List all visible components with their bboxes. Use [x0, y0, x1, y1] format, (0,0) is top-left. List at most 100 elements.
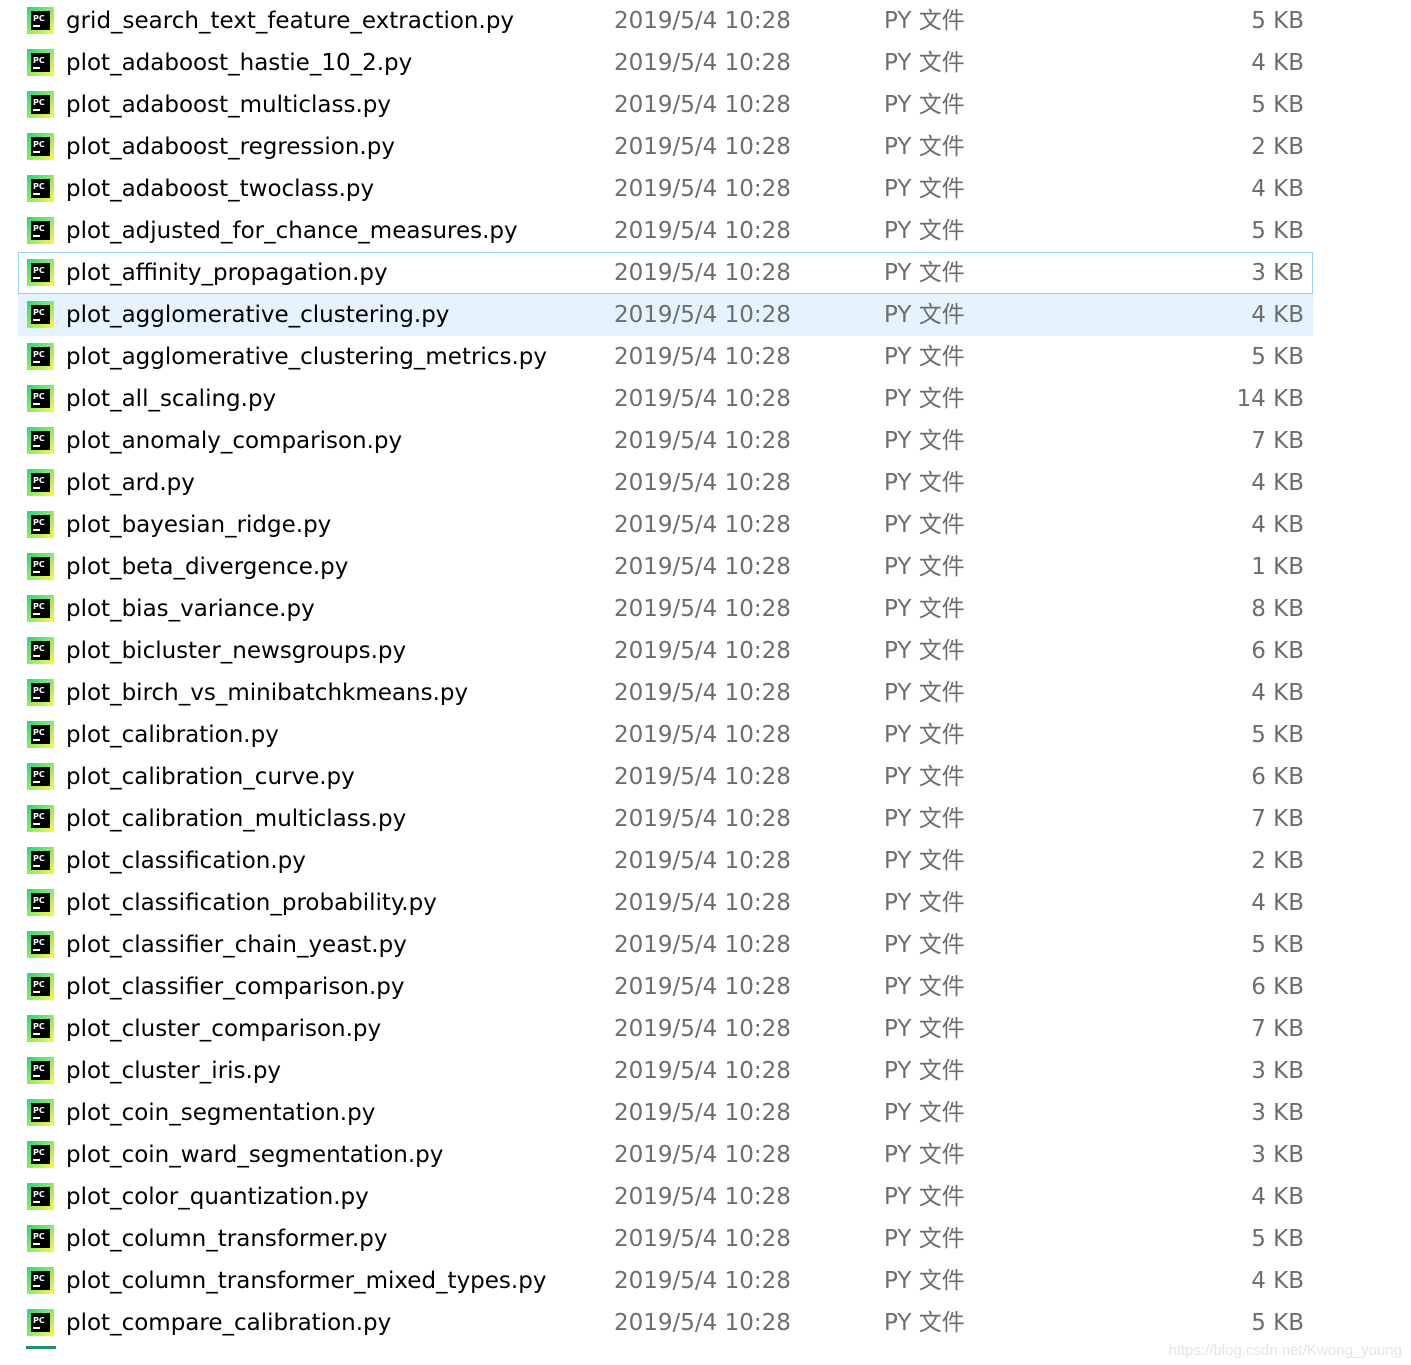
file-row[interactable]: PC grid_search_text_feature_extraction.p…	[18, 0, 1313, 42]
svg-text:PC: PC	[33, 1316, 45, 1325]
pycharm-py-file-icon: PC	[27, 91, 54, 118]
file-size: 5 KB	[1251, 1310, 1304, 1336]
file-row[interactable]: PC plot_ard.py 2019/5/4 10:28 PY 文件 4 KB	[18, 462, 1313, 504]
file-row[interactable]: PC plot_agglomerative_clustering_metrics…	[18, 336, 1313, 378]
pycharm-py-file-icon: PC	[27, 805, 54, 832]
file-date-modified: 2019/5/4 10:28	[614, 596, 791, 622]
file-row[interactable]: PC plot_adaboost_twoclass.py 2019/5/4 10…	[18, 168, 1313, 210]
file-row[interactable]: PC plot_classifier_chain_yeast.py 2019/5…	[18, 924, 1313, 966]
file-type: PY 文件	[884, 218, 965, 244]
file-row[interactable]: PC plot_agglomerative_clustering.py 2019…	[18, 294, 1313, 336]
file-date-modified: 2019/5/4 10:28	[614, 344, 791, 370]
file-row[interactable]: PC plot_calibration_curve.py 2019/5/4 10…	[18, 756, 1313, 798]
pycharm-py-file-icon: PC	[27, 217, 54, 244]
file-name: plot_agglomerative_clustering_metrics.py	[66, 344, 547, 370]
file-row[interactable]: PC plot_classification_probability.py 20…	[18, 882, 1313, 924]
file-row[interactable]: PC plot_adaboost_hastie_10_2.py 2019/5/4…	[18, 42, 1313, 84]
file-row[interactable]: PC plot_classifier_comparison.py 2019/5/…	[18, 966, 1313, 1008]
file-date-modified: 2019/5/4 10:28	[614, 806, 791, 832]
file-row[interactable]: PC plot_calibration.py 2019/5/4 10:28 PY…	[18, 714, 1313, 756]
file-name: plot_adjusted_for_chance_measures.py	[66, 218, 518, 244]
file-name: plot_coin_ward_segmentation.py	[66, 1142, 444, 1168]
file-row[interactable]: PC plot_cluster_iris.py 2019/5/4 10:28 P…	[18, 1050, 1313, 1092]
file-row[interactable]: PC plot_cluster_comparison.py 2019/5/4 1…	[18, 1008, 1313, 1050]
file-row[interactable]: PC plot_coin_ward_segmentation.py 2019/5…	[18, 1134, 1313, 1176]
file-type: PY 文件	[884, 260, 965, 286]
svg-text:PC: PC	[33, 938, 45, 947]
svg-text:PC: PC	[33, 182, 45, 191]
file-size: 3 KB	[1251, 1100, 1304, 1126]
pycharm-py-file-icon: PC	[27, 595, 54, 622]
file-row[interactable]: PC plot_coin_segmentation.py 2019/5/4 10…	[18, 1092, 1313, 1134]
svg-text:PC: PC	[33, 980, 45, 989]
pycharm-py-file-icon: PC	[27, 847, 54, 874]
file-row[interactable]: PC plot_affinity_propagation.py 2019/5/4…	[18, 252, 1313, 294]
svg-text:PC: PC	[33, 1148, 45, 1157]
file-row[interactable]: PC plot_classification.py 2019/5/4 10:28…	[18, 840, 1313, 882]
file-date-modified: 2019/5/4 10:28	[614, 1058, 791, 1084]
pycharm-py-file-icon: PC	[27, 679, 54, 706]
pycharm-py-file-icon: PC	[27, 385, 54, 412]
file-date-modified: 2019/5/4 10:28	[614, 176, 791, 202]
svg-text:PC: PC	[33, 1064, 45, 1073]
file-name: plot_beta_divergence.py	[66, 554, 349, 580]
file-row[interactable]: PC plot_bicluster_newsgroups.py 2019/5/4…	[18, 630, 1313, 672]
file-type: PY 文件	[884, 806, 965, 832]
file-type: PY 文件	[884, 134, 965, 160]
file-row[interactable]: PC plot_compare_calibration.py 2019/5/4 …	[18, 1302, 1313, 1344]
file-row[interactable]: PC plot_column_transformer_mixed_types.p…	[18, 1260, 1313, 1302]
file-name: plot_adaboost_multiclass.py	[66, 92, 392, 118]
file-name: plot_anomaly_comparison.py	[66, 428, 403, 454]
file-row[interactable]: PC plot_calibration_multiclass.py 2019/5…	[18, 798, 1313, 840]
file-row[interactable]: PC plot_beta_divergence.py 2019/5/4 10:2…	[18, 546, 1313, 588]
file-date-modified: 2019/5/4 10:28	[614, 218, 791, 244]
file-row[interactable]: PC plot_adaboost_multiclass.py 2019/5/4 …	[18, 84, 1313, 126]
file-row[interactable]: PC plot_adjusted_for_chance_measures.py …	[18, 210, 1313, 252]
file-size: 5 KB	[1251, 218, 1304, 244]
svg-text:PC: PC	[33, 266, 45, 275]
pycharm-py-file-icon: PC	[27, 49, 54, 76]
file-size: 5 KB	[1251, 722, 1304, 748]
file-type: PY 文件	[884, 1016, 965, 1042]
file-row[interactable]: PC plot_all_scaling.py 2019/5/4 10:28 PY…	[18, 378, 1313, 420]
file-row[interactable]: PC plot_bias_variance.py 2019/5/4 10:28 …	[18, 588, 1313, 630]
pycharm-py-file-icon: PC	[27, 427, 54, 454]
file-row[interactable]: PC plot_birch_vs_minibatchkmeans.py 2019…	[18, 672, 1313, 714]
file-name: plot_column_transformer.py	[66, 1226, 388, 1252]
file-name: plot_calibration_curve.py	[66, 764, 355, 790]
file-name: plot_coin_segmentation.py	[66, 1100, 376, 1126]
pycharm-py-file-icon: PC	[27, 1267, 54, 1294]
file-date-modified: 2019/5/4 10:28	[614, 8, 791, 34]
file-row[interactable]: PC plot_anomaly_comparison.py 2019/5/4 1…	[18, 420, 1313, 462]
svg-text:PC: PC	[33, 686, 45, 695]
file-type: PY 文件	[884, 302, 965, 328]
file-type: PY 文件	[884, 92, 965, 118]
file-name: plot_bayesian_ridge.py	[66, 512, 332, 538]
file-size: 3 KB	[1251, 1142, 1304, 1168]
pycharm-py-file-icon: PC	[27, 763, 54, 790]
file-type: PY 文件	[884, 386, 965, 412]
svg-text:PC: PC	[33, 98, 45, 107]
file-row[interactable]: PC plot_bayesian_ridge.py 2019/5/4 10:28…	[18, 504, 1313, 546]
pycharm-py-file-icon: PC	[27, 7, 54, 34]
file-row[interactable]: PC plot_color_quantization.py 2019/5/4 1…	[18, 1176, 1313, 1218]
file-row[interactable]: PC plot_column_transformer.py 2019/5/4 1…	[18, 1218, 1313, 1260]
file-type: PY 文件	[884, 512, 965, 538]
file-type: PY 文件	[884, 932, 965, 958]
file-date-modified: 2019/5/4 10:28	[614, 680, 791, 706]
pycharm-py-file-icon: PC	[27, 721, 54, 748]
svg-text:PC: PC	[33, 1232, 45, 1241]
file-size: 8 KB	[1251, 596, 1304, 622]
file-date-modified: 2019/5/4 10:28	[614, 1100, 791, 1126]
file-name: plot_classifier_chain_yeast.py	[66, 932, 407, 958]
file-row[interactable]: PC plot_adaboost_regression.py 2019/5/4 …	[18, 126, 1313, 168]
file-size: 4 KB	[1251, 470, 1304, 496]
file-type: PY 文件	[884, 680, 965, 706]
file-date-modified: 2019/5/4 10:28	[614, 260, 791, 286]
file-size: 4 KB	[1251, 1268, 1304, 1294]
file-type: PY 文件	[884, 1268, 965, 1294]
file-date-modified: 2019/5/4 10:28	[614, 932, 791, 958]
file-type: PY 文件	[884, 596, 965, 622]
file-type: PY 文件	[884, 554, 965, 580]
file-name: plot_cluster_iris.py	[66, 1058, 282, 1084]
